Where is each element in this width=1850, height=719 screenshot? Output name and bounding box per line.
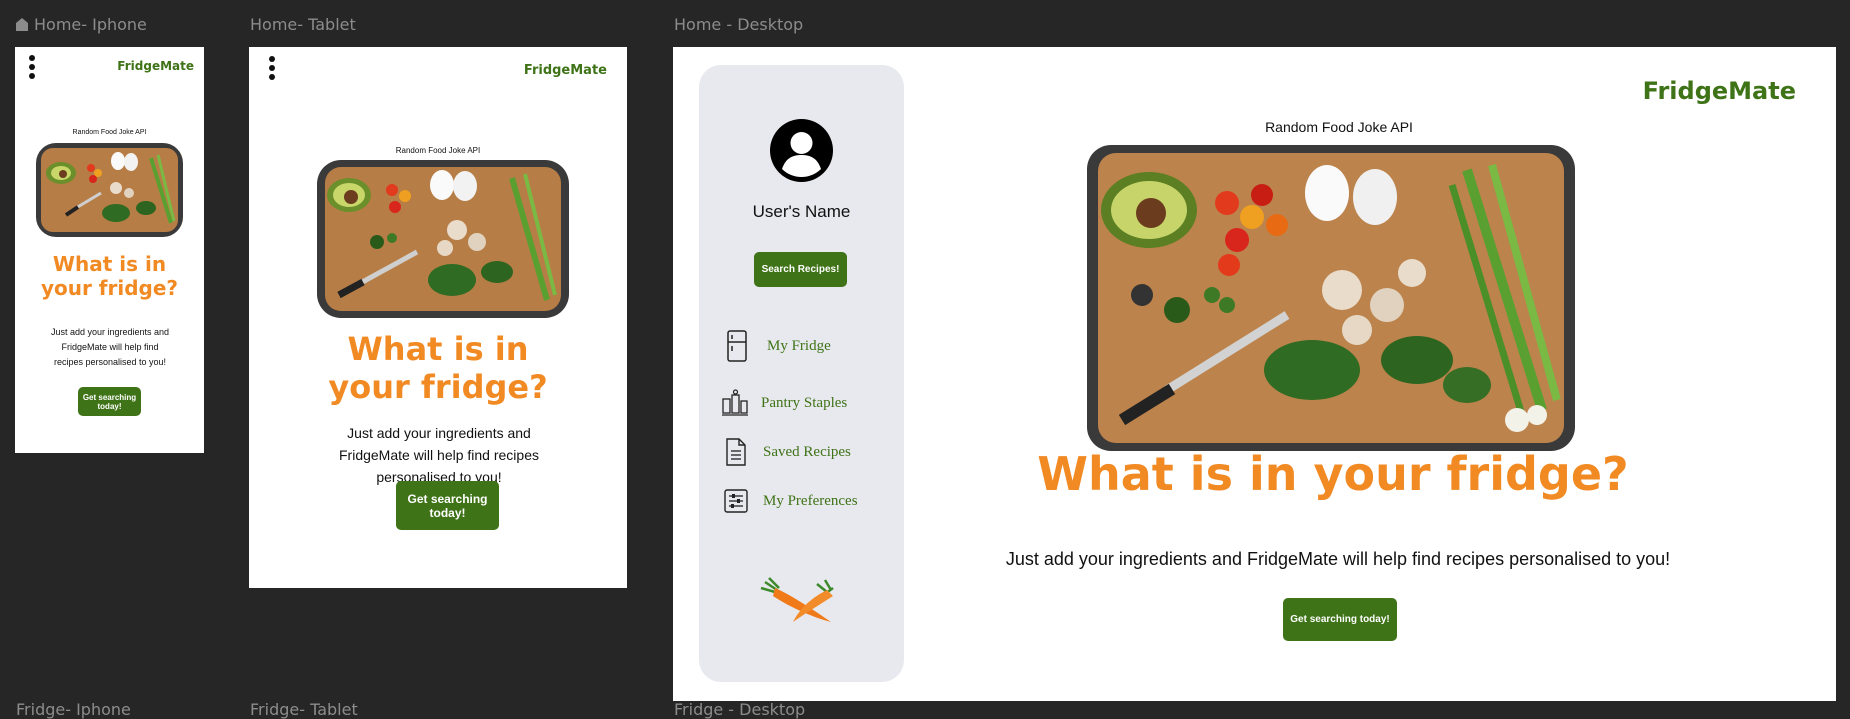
carrots-illustration [755, 570, 851, 630]
frame-label-home-desktop[interactable]: Home - Desktop [674, 15, 803, 34]
preferences-sliders-icon [724, 489, 748, 513]
desktop-frame: User's Name Search Recipes! My Fridge Pa… [673, 47, 1836, 701]
sidebar-item-saved-recipes[interactable]: Saved Recipes [725, 438, 851, 466]
hero-image [1087, 145, 1575, 451]
sidebar-item-label: Saved Recipes [763, 443, 851, 460]
api-label: Random Food Joke API [395, 146, 481, 155]
headline: What is in your fridge? [40, 252, 179, 300]
user-avatar-icon[interactable] [770, 119, 833, 182]
api-label: Random Food Joke API [1265, 119, 1413, 135]
hero-image [36, 143, 183, 237]
fridge-icon [725, 330, 749, 362]
description: Just add your ingredients and FridgeMate… [339, 425, 539, 485]
headline: What is in your fridge? [328, 330, 548, 407]
hero-image [317, 160, 569, 318]
home-icon [16, 16, 28, 35]
iphone-frame: FridgeMate Random Food Joke API What is … [15, 47, 204, 453]
brand-logo[interactable]: FridgeMate [117, 59, 194, 73]
search-recipes-button[interactable]: Search Recipes! [754, 252, 847, 287]
sidebar-item-label: My Fridge [767, 337, 831, 354]
sidebar-item-my-fridge[interactable]: My Fridge [725, 330, 831, 362]
sidebar-item-label: Pantry Staples [761, 394, 848, 411]
document-icon [725, 438, 747, 466]
brand-logo[interactable]: FridgeMate [524, 63, 607, 78]
pantry-jars-icon [721, 389, 749, 417]
frame-label-fridge-tablet[interactable]: Fridge- Tablet [250, 700, 358, 719]
get-searching-button[interactable]: Get searching today! [78, 387, 141, 416]
description: Just add your ingredients and FridgeMate… [1005, 549, 1671, 569]
sidebar-item-my-preferences[interactable]: My Preferences [724, 489, 858, 513]
description: Just add your ingredients and FridgeMate… [50, 327, 170, 367]
user-name: User's Name [752, 202, 851, 221]
menu-kebab-icon[interactable] [29, 55, 35, 82]
get-searching-button[interactable]: Get searching today! [396, 481, 499, 530]
api-label: Random Food Joke API [72, 129, 147, 136]
frame-label-home-tablet[interactable]: Home- Tablet [250, 15, 356, 34]
sidebar: User's Name Search Recipes! My Fridge Pa… [699, 65, 904, 682]
frame-label-fridge-iphone[interactable]: Fridge- Iphone [16, 700, 131, 719]
frame-label-fridge-desktop[interactable]: Fridge - Desktop [674, 700, 805, 719]
frame-label-home-iphone[interactable]: Home- Iphone [34, 15, 147, 34]
brand-logo[interactable]: FridgeMate [1643, 77, 1796, 105]
tablet-frame: FridgeMate Random Food Joke API What is … [249, 47, 627, 588]
sidebar-item-label: My Preferences [763, 492, 858, 509]
sidebar-item-pantry-staples[interactable]: Pantry Staples [721, 389, 847, 417]
menu-kebab-icon[interactable] [269, 56, 275, 83]
headline: What is in your fridge? [1037, 447, 1629, 501]
get-searching-button[interactable]: Get searching today! [1283, 598, 1397, 641]
